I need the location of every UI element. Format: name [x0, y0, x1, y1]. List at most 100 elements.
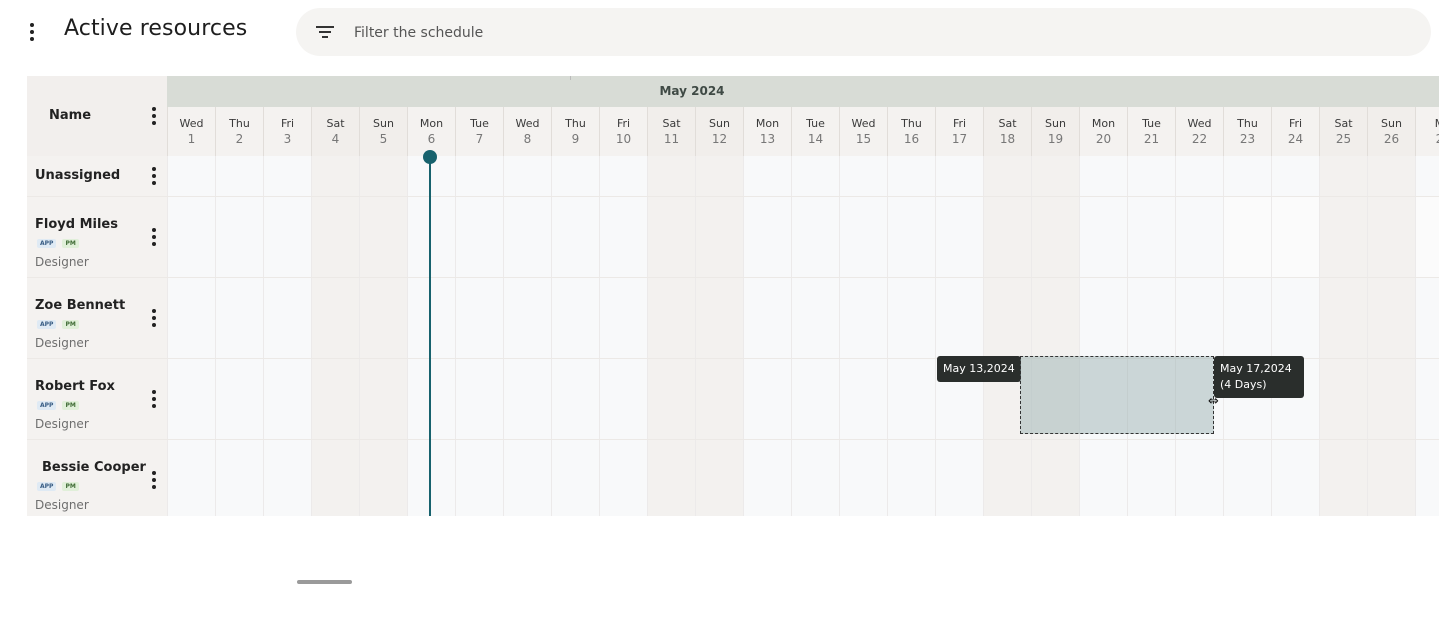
schedule-cell[interactable] — [1271, 156, 1319, 196]
schedule-cell[interactable] — [791, 156, 839, 196]
schedule-cell[interactable] — [1079, 440, 1127, 516]
schedule-cell[interactable] — [1415, 278, 1439, 358]
schedule-cell[interactable] — [839, 156, 887, 196]
schedule-cell[interactable] — [743, 278, 791, 358]
schedule-cell[interactable] — [1271, 197, 1319, 277]
schedule-cell[interactable] — [599, 359, 647, 439]
resource-menu-kebab-icon[interactable] — [144, 308, 164, 328]
schedule-cell[interactable] — [647, 197, 695, 277]
schedule-cell[interactable] — [311, 278, 359, 358]
schedule-cell[interactable] — [455, 359, 503, 439]
schedule-cell[interactable] — [263, 278, 311, 358]
schedule-cell[interactable] — [551, 278, 599, 358]
schedule-cell[interactable] — [167, 359, 215, 439]
filter-icon[interactable] — [316, 24, 334, 40]
schedule-cell[interactable] — [1367, 197, 1415, 277]
schedule-cell[interactable] — [407, 197, 455, 277]
schedule-cell[interactable] — [455, 156, 503, 196]
schedule-cell[interactable] — [215, 197, 263, 277]
schedule-cell[interactable] — [263, 359, 311, 439]
app-menu-kebab-icon[interactable] — [22, 22, 42, 42]
schedule-cell[interactable] — [887, 278, 935, 358]
schedule-cell[interactable] — [791, 278, 839, 358]
schedule-cell[interactable] — [1175, 156, 1223, 196]
schedule-cell[interactable] — [599, 440, 647, 516]
schedule-cell[interactable] — [1031, 197, 1079, 277]
schedule-cell[interactable] — [695, 359, 743, 439]
schedule-cell[interactable] — [839, 440, 887, 516]
schedule-cell[interactable] — [1415, 197, 1439, 277]
schedule-cell[interactable] — [455, 197, 503, 277]
schedule-cell[interactable] — [647, 440, 695, 516]
schedule-cell[interactable] — [1367, 156, 1415, 196]
schedule-cell[interactable] — [263, 440, 311, 516]
schedule-cell[interactable] — [695, 197, 743, 277]
resource-menu-kebab-icon[interactable] — [144, 166, 164, 186]
resource-menu-kebab-icon[interactable] — [144, 389, 164, 409]
schedule-cell[interactable] — [1223, 156, 1271, 196]
schedule-cell[interactable] — [791, 440, 839, 516]
schedule-cell[interactable] — [407, 278, 455, 358]
schedule-cell[interactable] — [359, 278, 407, 358]
schedule-cell[interactable] — [311, 440, 359, 516]
schedule-cell[interactable] — [1031, 278, 1079, 358]
schedule-cell[interactable] — [167, 278, 215, 358]
schedule-cell[interactable] — [695, 156, 743, 196]
horizontal-scroll-handle[interactable] — [297, 580, 352, 584]
schedule-cell[interactable] — [647, 359, 695, 439]
schedule-cell[interactable] — [503, 359, 551, 439]
schedule-cell[interactable] — [215, 156, 263, 196]
schedule-cell[interactable] — [1127, 156, 1175, 196]
schedule-cell[interactable] — [791, 197, 839, 277]
schedule-cell[interactable] — [551, 156, 599, 196]
schedule-cell[interactable] — [215, 440, 263, 516]
schedule-cell[interactable] — [551, 197, 599, 277]
schedule-cell[interactable] — [983, 156, 1031, 196]
schedule-cell[interactable] — [599, 278, 647, 358]
schedule-cell[interactable] — [935, 278, 983, 358]
schedule-cell[interactable] — [839, 359, 887, 439]
schedule-cell[interactable] — [1079, 197, 1127, 277]
schedule-cell[interactable] — [1415, 359, 1439, 439]
schedule-cell[interactable] — [1223, 278, 1271, 358]
schedule-cell[interactable] — [743, 197, 791, 277]
schedule-cell[interactable] — [311, 359, 359, 439]
schedule-cell[interactable] — [167, 156, 215, 196]
schedule-cell[interactable] — [407, 440, 455, 516]
schedule-cell[interactable] — [215, 359, 263, 439]
schedule-cell[interactable] — [1079, 278, 1127, 358]
schedule-cell[interactable] — [743, 156, 791, 196]
schedule-cell[interactable] — [983, 278, 1031, 358]
schedule-cell[interactable] — [1175, 278, 1223, 358]
schedule-cell[interactable] — [1319, 359, 1367, 439]
drag-selection[interactable] — [1020, 356, 1214, 434]
schedule-cell[interactable] — [1271, 440, 1319, 516]
schedule-cell[interactable] — [887, 156, 935, 196]
schedule-cell[interactable] — [455, 278, 503, 358]
schedule-cell[interactable] — [359, 197, 407, 277]
resource-menu-kebab-icon[interactable] — [144, 470, 164, 490]
schedule-cell[interactable] — [167, 197, 215, 277]
schedule-cell[interactable] — [599, 197, 647, 277]
schedule-cell[interactable] — [407, 359, 455, 439]
schedule-cell[interactable] — [1319, 278, 1367, 358]
schedule-cell[interactable] — [167, 440, 215, 516]
schedule-cell[interactable] — [1319, 197, 1367, 277]
schedule-cell[interactable] — [983, 197, 1031, 277]
schedule-cell[interactable] — [1367, 278, 1415, 358]
schedule-cell[interactable] — [503, 440, 551, 516]
schedule-cell[interactable] — [839, 197, 887, 277]
schedule-cell[interactable] — [503, 278, 551, 358]
schedule-cell[interactable] — [1223, 197, 1271, 277]
schedule-cell[interactable] — [695, 440, 743, 516]
schedule-cell[interactable] — [599, 156, 647, 196]
schedule-cell[interactable] — [311, 156, 359, 196]
schedule-cell[interactable] — [215, 278, 263, 358]
schedule-cell[interactable] — [1319, 156, 1367, 196]
schedule-cell[interactable] — [311, 197, 359, 277]
schedule-cell[interactable] — [935, 156, 983, 196]
schedule-cell[interactable] — [647, 156, 695, 196]
schedule-cell[interactable] — [1271, 278, 1319, 358]
schedule-cell[interactable] — [1367, 440, 1415, 516]
schedule-cell[interactable] — [1127, 440, 1175, 516]
